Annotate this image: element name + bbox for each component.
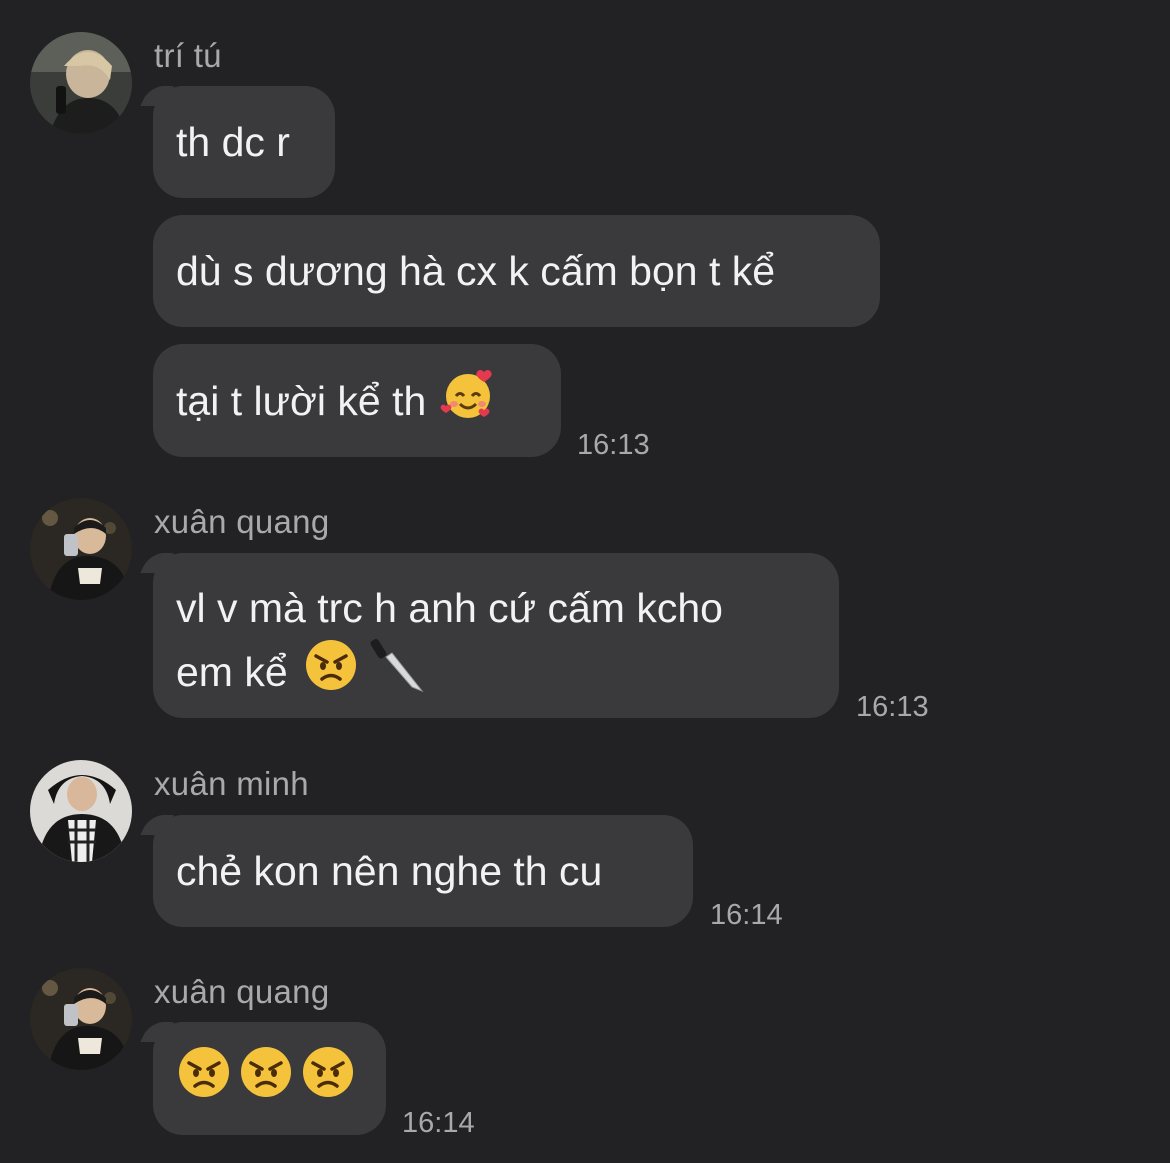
avatar-xuan-quang[interactable] [30, 498, 132, 600]
angry-face-emoji [177, 1045, 231, 1112]
message-text: em kể [176, 648, 288, 695]
message-timestamp: 16:14 [402, 1107, 475, 1139]
knife-emoji [366, 635, 426, 708]
message-text: dù s dương hà cx k cấm bọn t kể [176, 248, 776, 294]
message-bubble[interactable]: dù s dương hà cx k cấm bọn t kể [153, 215, 880, 327]
message-timestamp: 16:13 [577, 429, 650, 461]
message-bubble[interactable]: vl v mà trc h anh cứ cấm kcho em kể [153, 553, 839, 718]
message-bubble[interactable]: th dc r [153, 86, 335, 198]
angry-face-emoji [239, 1045, 293, 1112]
message-timestamp: 16:14 [710, 899, 783, 931]
sender-name: trí tú [154, 37, 222, 74]
avatar-image [30, 760, 132, 862]
avatar-image [30, 498, 132, 600]
message-bubble[interactable]: tại t lười kể th [153, 344, 561, 457]
avatar-xuan-minh[interactable] [30, 760, 132, 862]
message-bubble[interactable]: chẻ kon nên nghe th cu [153, 815, 693, 927]
sender-name: xuân minh [154, 765, 309, 802]
message-text-line-2: em kể [176, 635, 816, 708]
avatar-tri-tu[interactable] [30, 32, 132, 134]
angry-face-emoji [301, 1045, 355, 1112]
avatar-xuan-quang[interactable] [30, 968, 132, 1070]
avatar-image [30, 32, 132, 134]
message-text-line-1: vl v mà trc h anh cứ cấm kcho [176, 585, 723, 631]
sender-name: xuân quang [154, 503, 330, 540]
message-bubble[interactable] [153, 1022, 386, 1135]
message-text: chẻ kon nên nghe th cu [176, 848, 603, 894]
message-text: tại t lười kể th [176, 377, 427, 424]
message-text: th dc r [176, 119, 290, 165]
message-timestamp: 16:13 [856, 691, 929, 723]
avatar-image [30, 968, 132, 1070]
smiling-face-with-hearts-emoji [440, 366, 496, 435]
angry-face-emoji [304, 638, 358, 705]
sender-name: xuân quang [154, 973, 330, 1010]
